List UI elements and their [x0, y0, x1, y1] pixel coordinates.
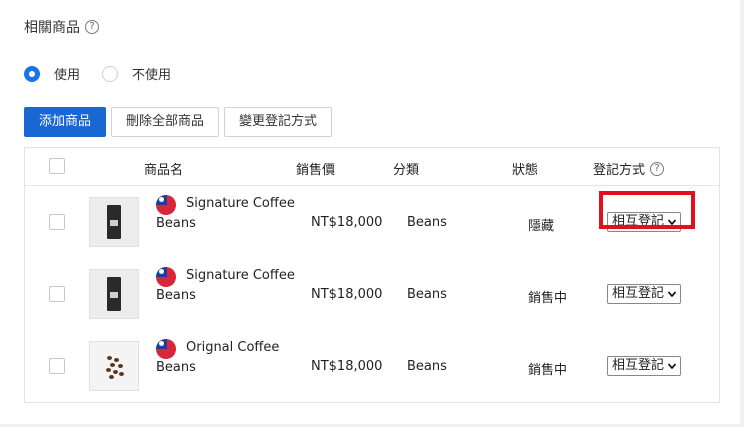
coffee-bag-icon	[107, 205, 121, 239]
change-registration-method-button[interactable]: 變更登記方式	[224, 107, 333, 137]
product-thumbnail	[89, 197, 139, 247]
chevron-down-icon	[668, 291, 676, 297]
product-price: NT$18,000	[311, 215, 383, 230]
product-name-cont: Beans	[156, 360, 196, 375]
table-row: Signature Coffee Beans NT$18,000 Beans 隱…	[25, 186, 719, 258]
select-all-checkbox[interactable]	[49, 158, 65, 174]
action-buttons: 添加商品 刪除全部商品 變更登記方式	[24, 107, 333, 137]
product-status: 銷售中	[528, 363, 568, 378]
product-status: 隱藏	[528, 219, 555, 234]
usage-radio-group: 使用 不使用	[24, 64, 193, 83]
product-price: NT$18,000	[311, 287, 383, 302]
section-header: 相關商品 ?	[24, 17, 99, 37]
taiwan-flag-icon	[156, 339, 176, 359]
table-header: 商品名 銷售價 分類 狀態 登記方式 ?	[25, 148, 719, 186]
header-price: 銷售價	[296, 163, 336, 178]
radio-unchecked-icon[interactable]	[102, 65, 119, 82]
highlight-box	[599, 191, 695, 229]
row-checkbox[interactable]	[49, 286, 65, 302]
related-products-card: 相關商品 ? 使用 不使用 添加商品 刪除全部商品 變更登記方式 商品名 銷售價…	[0, 0, 740, 424]
radio-not-use[interactable]: 不使用	[102, 64, 171, 83]
header-method-label: 登記方式	[593, 163, 646, 178]
product-category: Beans	[407, 359, 447, 374]
product-price: NT$18,000	[311, 359, 383, 374]
product-name[interactable]: Signature Coffee	[186, 268, 295, 283]
row-checkbox[interactable]	[49, 214, 65, 230]
product-name-cont: Beans	[156, 216, 196, 231]
taiwan-flag-icon	[156, 267, 176, 287]
taiwan-flag-icon	[156, 195, 176, 215]
product-name-cont: Beans	[156, 288, 196, 303]
radio-use-label: 使用	[54, 68, 81, 83]
product-status: 銷售中	[528, 291, 568, 306]
registration-method-select[interactable]: 相互登記	[607, 356, 681, 376]
header-status: 狀態	[512, 163, 539, 178]
table-row: Orignal Coffee Beans NT$18,000 Beans 銷售中…	[25, 330, 719, 402]
coffee-bag-icon	[107, 277, 121, 311]
registration-method-select[interactable]: 相互登記	[607, 284, 681, 304]
product-name[interactable]: Signature Coffee	[186, 196, 295, 211]
registration-method-value: 相互登記	[612, 286, 665, 301]
header-category: 分類	[393, 163, 420, 178]
product-thumbnail	[89, 341, 139, 391]
product-category: Beans	[407, 287, 447, 302]
help-icon[interactable]: ?	[650, 161, 665, 176]
radio-checked-icon[interactable]	[24, 65, 40, 82]
table-row: Signature Coffee Beans NT$18,000 Beans 銷…	[25, 258, 719, 330]
header-method: 登記方式 ?	[593, 159, 665, 178]
delete-all-products-button[interactable]: 刪除全部商品	[111, 107, 220, 137]
header-name: 商品名	[144, 163, 184, 178]
coffee-beans-icon	[104, 354, 126, 380]
chevron-down-icon	[668, 363, 676, 369]
help-icon[interactable]: ?	[85, 20, 99, 34]
product-table: 商品名 銷售價 分類 狀態 登記方式 ? Signature Coffee Be…	[24, 147, 720, 403]
add-product-button[interactable]: 添加商品	[24, 107, 107, 137]
section-title: 相關商品	[24, 20, 80, 36]
product-thumbnail	[89, 269, 139, 319]
radio-not-use-label: 不使用	[132, 68, 172, 83]
product-name[interactable]: Orignal Coffee	[186, 340, 279, 355]
registration-method-value: 相互登記	[612, 358, 665, 373]
radio-use[interactable]: 使用	[24, 64, 80, 83]
product-category: Beans	[407, 215, 447, 230]
row-checkbox[interactable]	[49, 358, 65, 374]
